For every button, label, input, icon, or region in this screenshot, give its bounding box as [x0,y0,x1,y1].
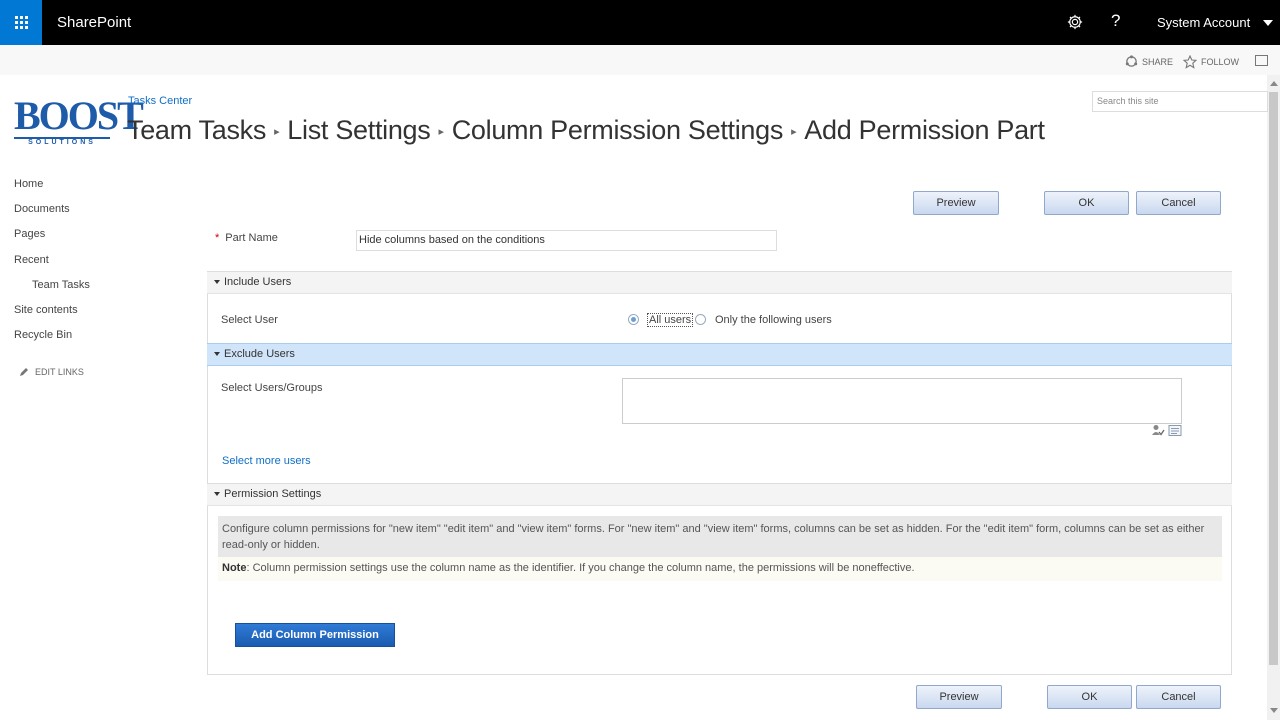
part-name-input[interactable]: Hide columns based on the conditions [356,230,777,251]
ok-button-top[interactable]: OK [1044,191,1129,215]
chevron-down-icon[interactable] [1263,20,1273,26]
include-users-header-label: Include Users [224,276,292,288]
breadcrumb-separator-icon: ▸ [274,126,280,139]
follow-button[interactable]: FOLLOW [1183,55,1239,69]
radio-following-users[interactable] [695,314,706,325]
radio-all-users-label[interactable]: All users [647,313,694,327]
select-users-groups-label: Select Users/Groups [221,382,323,394]
people-picker-icons [1151,424,1182,437]
breadcrumb-item-current: Add Permission Part [804,115,1045,145]
permission-description: Configure column permissions for "new it… [218,516,1222,557]
breadcrumb: Team Tasks ▸ List Settings ▸ Column Permissi… [127,115,1045,146]
add-column-permission-button[interactable]: Add Column Permission [235,623,395,647]
gear-icon[interactable] [1066,13,1084,31]
nav-item-team-tasks[interactable]: Team Tasks [32,279,90,291]
permission-settings-header[interactable]: Permission Settings [207,483,1232,506]
account-menu[interactable]: System Account [1157,15,1250,30]
nav-item-documents[interactable]: Documents [14,203,70,215]
search-input[interactable]: Search this site [1092,91,1268,112]
include-users-header[interactable]: Include Users [207,271,1232,294]
app-launcher-button[interactable] [0,0,42,45]
follow-label: FOLLOW [1201,57,1240,67]
collapse-triangle-icon [214,492,220,496]
required-marker: * [215,232,220,244]
check-names-icon[interactable] [1151,424,1165,437]
permission-settings-header-label: Permission Settings [224,488,322,500]
part-name-label-text: Part Name [225,232,278,244]
note-label: Note [222,562,247,574]
ribbon-bar [0,45,1280,75]
brand-link[interactable]: SharePoint [57,14,131,31]
select-user-label: Select User [221,314,278,326]
part-name-label: * Part Name [215,232,278,244]
nav-item-pages[interactable]: Pages [14,228,45,240]
note-text: : Column permission settings use the col… [246,562,915,574]
select-more-users-link[interactable]: Select more users [222,455,311,467]
cancel-button-bottom[interactable]: Cancel [1136,685,1221,709]
collapse-triangle-icon [214,352,220,356]
settings-panel [207,271,1232,675]
logo-sub-text: SOLUTIONS [14,137,110,146]
preview-button-top[interactable]: Preview [913,191,999,215]
ok-button-bottom[interactable]: OK [1047,685,1132,709]
focus-mode-icon[interactable] [1255,55,1268,66]
people-picker-input[interactable] [622,378,1182,424]
share-label: SHARE [1142,56,1174,67]
share-icon [1125,55,1138,67]
nav-item-home[interactable]: Home [14,178,43,190]
radio-following-users-label[interactable]: Only the following users [715,314,832,326]
suite-bar [0,0,1280,45]
permission-note: Note: Column permission settings use the… [218,557,1222,581]
address-book-icon[interactable] [1168,424,1182,437]
collapse-triangle-icon [214,280,220,284]
exclude-users-header-label: Exclude Users [224,348,295,360]
breadcrumb-separator-icon: ▸ [438,126,444,139]
edit-links-label: EDIT LINKS [35,367,84,377]
nav-item-site-contents[interactable]: Site contents [14,304,78,316]
pencil-icon [20,368,28,376]
breadcrumb-item-team-tasks[interactable]: Team Tasks [127,115,266,145]
radio-all-users[interactable] [628,314,639,325]
site-title-link[interactable]: Tasks Center [128,95,192,107]
edit-links-button[interactable]: EDIT LINKS [19,367,84,377]
logo-main-text: BOOST [14,93,144,138]
site-logo[interactable]: BOOST SOLUTIONS [14,93,144,146]
cancel-button-top[interactable]: Cancel [1136,191,1221,215]
exclude-users-header[interactable]: Exclude Users [207,343,1232,366]
scroll-down-icon[interactable] [1270,708,1278,713]
breadcrumb-separator-icon: ▸ [791,126,797,139]
waffle-icon [14,16,28,29]
breadcrumb-item-column-permission-settings[interactable]: Column Permission Settings [452,115,784,145]
nav-item-recent[interactable]: Recent [14,254,49,266]
share-button[interactable]: SHARE [1125,55,1173,68]
preview-button-bottom[interactable]: Preview [916,685,1002,709]
breadcrumb-item-list-settings[interactable]: List Settings [287,115,430,145]
help-button[interactable]: ? [1111,11,1120,31]
nav-item-recycle-bin[interactable]: Recycle Bin [14,329,72,341]
scrollbar-thumb[interactable] [1269,92,1278,665]
scroll-up-icon[interactable] [1270,81,1278,86]
star-icon [1183,55,1197,69]
